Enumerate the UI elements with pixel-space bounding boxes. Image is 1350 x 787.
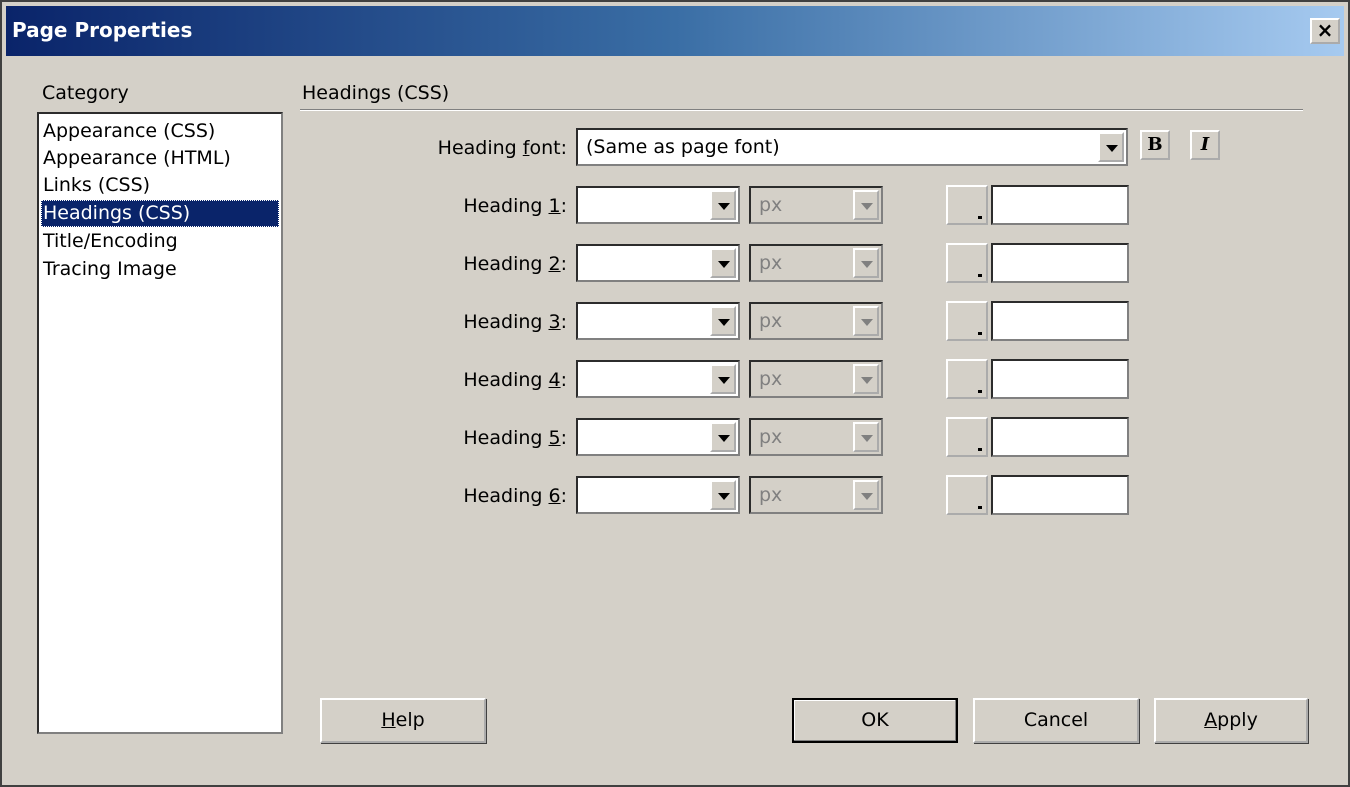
chevron-down-icon[interactable] bbox=[710, 248, 736, 278]
heading-1-color-picker[interactable] bbox=[946, 185, 988, 225]
heading-3-color-field[interactable] bbox=[991, 301, 1129, 341]
heading-6-label: Heading 6: bbox=[463, 485, 567, 507]
heading-5-color-field[interactable] bbox=[991, 417, 1129, 457]
chevron-down-icon[interactable] bbox=[710, 190, 736, 220]
chevron-down-icon[interactable] bbox=[710, 480, 736, 510]
ok-button[interactable]: OK bbox=[792, 698, 958, 743]
help-button[interactable]: Help bbox=[320, 698, 486, 743]
page-properties-dialog: Page Properties × Category Appearance (C… bbox=[0, 0, 1350, 787]
chevron-down-icon bbox=[853, 248, 879, 278]
heading-6-unit-select: px bbox=[749, 476, 883, 514]
heading-1-unit-select: px bbox=[749, 186, 883, 224]
heading-4-color-field[interactable] bbox=[991, 359, 1129, 399]
heading-3-size-select[interactable] bbox=[576, 302, 740, 340]
window-title: Page Properties bbox=[12, 18, 193, 42]
chevron-down-icon[interactable] bbox=[710, 364, 736, 394]
heading-font-label: Heading font: bbox=[437, 137, 567, 159]
category-item-title-encoding[interactable]: Title/Encoding bbox=[41, 228, 279, 255]
heading-3-unit-select: px bbox=[749, 302, 883, 340]
chevron-down-icon bbox=[853, 190, 879, 220]
heading-4-label: Heading 4: bbox=[463, 369, 567, 391]
category-item-tracing-image[interactable]: Tracing Image bbox=[41, 256, 279, 283]
chevron-down-icon[interactable] bbox=[710, 306, 736, 336]
category-item-appearance-html[interactable]: Appearance (HTML) bbox=[41, 145, 279, 172]
heading-1-size-select[interactable] bbox=[576, 186, 740, 224]
category-item-headings-css[interactable]: Headings (CSS) bbox=[41, 200, 279, 227]
italic-button[interactable]: I bbox=[1190, 130, 1220, 160]
heading-4-color-picker[interactable] bbox=[946, 359, 988, 399]
chevron-down-icon bbox=[853, 422, 879, 452]
heading-2-color-field[interactable] bbox=[991, 243, 1129, 283]
heading-2-color-picker[interactable] bbox=[946, 243, 988, 283]
close-button[interactable]: × bbox=[1310, 18, 1340, 44]
heading-font-value: (Same as page font) bbox=[586, 136, 780, 158]
chevron-down-icon bbox=[853, 364, 879, 394]
heading-3-color-picker[interactable] bbox=[946, 301, 988, 341]
heading-6-color-field[interactable] bbox=[991, 475, 1129, 515]
heading-5-color-picker[interactable] bbox=[946, 417, 988, 457]
section-divider bbox=[300, 109, 1303, 111]
heading-2-unit-select: px bbox=[749, 244, 883, 282]
heading-2-label: Heading 2: bbox=[463, 253, 567, 275]
category-list[interactable]: Appearance (CSS) Appearance (HTML) Links… bbox=[37, 112, 283, 734]
apply-button[interactable]: Apply bbox=[1154, 698, 1308, 743]
heading-6-color-picker[interactable] bbox=[946, 475, 988, 515]
heading-2-size-select[interactable] bbox=[576, 244, 740, 282]
heading-3-label: Heading 3: bbox=[463, 311, 567, 333]
heading-4-size-select[interactable] bbox=[576, 360, 740, 398]
heading-1-label: Heading 1: bbox=[463, 195, 567, 217]
cancel-button[interactable]: Cancel bbox=[973, 698, 1139, 743]
heading-1-color-field[interactable] bbox=[991, 185, 1129, 225]
heading-4-unit-select: px bbox=[749, 360, 883, 398]
heading-5-size-select[interactable] bbox=[576, 418, 740, 456]
chevron-down-icon[interactable] bbox=[710, 422, 736, 452]
heading-5-unit-select: px bbox=[749, 418, 883, 456]
bold-button[interactable]: B bbox=[1140, 130, 1170, 160]
title-bar[interactable]: Page Properties × bbox=[6, 6, 1344, 56]
chevron-down-icon[interactable] bbox=[1098, 132, 1124, 162]
category-label: Category bbox=[42, 82, 129, 104]
heading-font-select[interactable]: (Same as page font) bbox=[576, 128, 1128, 166]
category-item-links-css[interactable]: Links (CSS) bbox=[41, 172, 279, 199]
chevron-down-icon bbox=[853, 306, 879, 336]
heading-6-size-select[interactable] bbox=[576, 476, 740, 514]
category-item-appearance-css[interactable]: Appearance (CSS) bbox=[41, 118, 279, 145]
section-title: Headings (CSS) bbox=[302, 82, 450, 104]
heading-5-label: Heading 5: bbox=[463, 427, 567, 449]
chevron-down-icon bbox=[853, 480, 879, 510]
